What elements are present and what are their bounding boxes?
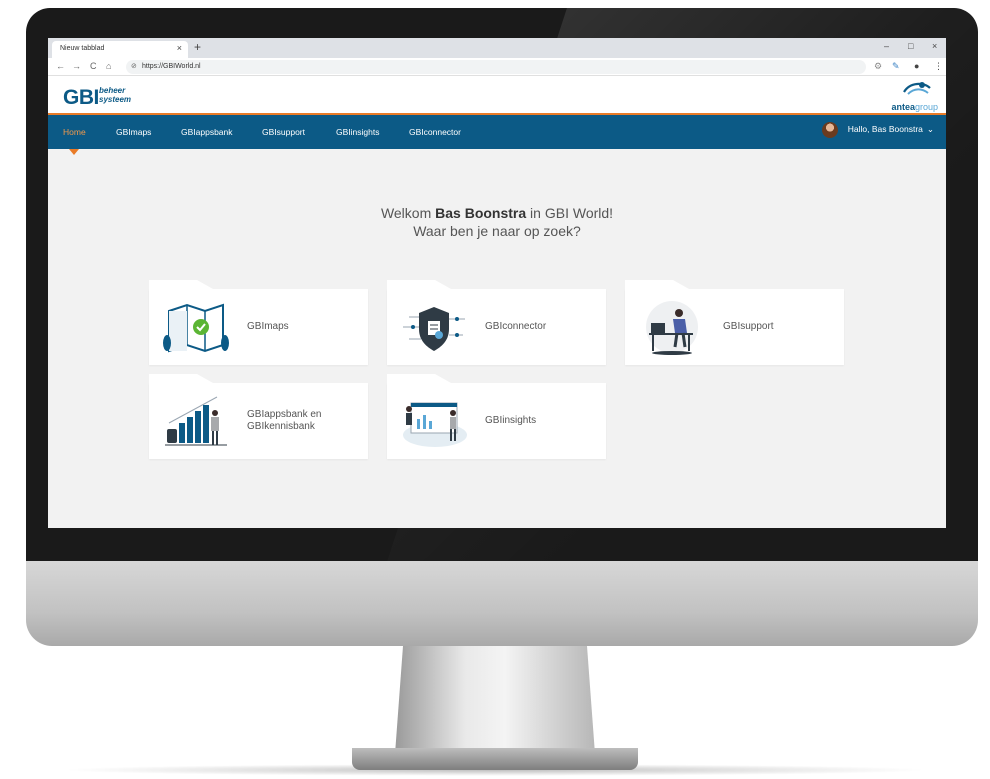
antea-word-b: group — [914, 102, 938, 112]
bar-growth-icon — [165, 396, 227, 446]
restore-button[interactable]: □ — [908, 41, 913, 51]
nav-item-home[interactable]: Home — [63, 127, 86, 137]
card-label: GBIconnector — [485, 321, 547, 332]
welcome-post: in GBI World! — [526, 205, 614, 221]
card-gbiconnector[interactable]: GBIconnector — [387, 280, 606, 365]
browser-tab-strip: Nieuw tabblad × + – □ × — [48, 38, 946, 58]
antea-word-a: antea — [891, 102, 915, 112]
profile-icon[interactable]: ● — [914, 61, 919, 71]
tab-close-icon[interactable]: × — [177, 43, 182, 53]
support-desk-icon — [646, 301, 698, 355]
pen-extension-icon[interactable]: ✎ — [892, 61, 900, 72]
insights-board-icon — [403, 402, 467, 447]
anteagroup-logo: anteagroup — [878, 80, 938, 112]
nav-item-gbiconnector[interactable]: GBIconnector — [409, 127, 461, 137]
home-icon[interactable]: ⌂ — [106, 61, 111, 71]
monitor-stand-neck — [395, 646, 595, 754]
browser-screen: Nieuw tabblad × + – □ × ← → C ⌂ ⊘ https:… — [48, 38, 946, 528]
secure-icon: ⊘ — [131, 63, 137, 70]
menu-kebab-icon[interactable]: ⋮ — [934, 61, 943, 72]
antea-wordmark: anteagroup — [891, 102, 938, 112]
user-menu[interactable]: Hallo, Bas Boonstra ⌄ — [821, 122, 934, 140]
card-gbiinsights[interactable]: GBIinsights — [387, 374, 606, 459]
chevron-down-icon: ⌄ — [926, 124, 934, 134]
close-window-button[interactable]: × — [932, 41, 937, 51]
reload-icon[interactable]: C — [90, 61, 97, 71]
browser-tab[interactable]: Nieuw tabblad × — [52, 41, 188, 58]
forward-icon[interactable]: → — [72, 61, 81, 71]
welcome-pre: Welkom — [380, 205, 436, 221]
welcome-user-name: Bas Boonstra — [435, 205, 527, 221]
card-gbisupport[interactable]: GBIsupport — [625, 280, 844, 365]
card-tab — [149, 280, 213, 289]
nav-item-gbiinsights[interactable]: GBIinsights — [336, 127, 379, 137]
shield-connector-icon — [403, 307, 465, 351]
user-greeting: Hallo, Bas Boonstra — [847, 124, 923, 134]
monitor-mockup: Nieuw tabblad × + – □ × ← → C ⌂ ⊘ https:… — [0, 0, 990, 779]
nav-item-gbimaps[interactable]: GBImaps — [116, 127, 151, 137]
card-label-line2: GBIkennisbank — [247, 421, 315, 432]
antea-swirl-icon — [903, 82, 931, 95]
logo-sub-line1: beheer — [99, 86, 126, 95]
card-label-line1: GBIappsbank en — [247, 409, 322, 420]
card-tab — [625, 280, 689, 289]
url-input[interactable]: ⊘ https://GBIWorld.nl — [126, 60, 866, 74]
url-text: https://GBIWorld.nl — [142, 63, 201, 70]
minimize-button[interactable]: – — [884, 41, 889, 51]
card-label: GBIinsights — [485, 415, 537, 426]
welcome-line1: Welkom Bas Boonstra in GBI World! — [48, 204, 946, 222]
logo-sub: beheer systeem — [99, 86, 131, 104]
card-tab — [387, 374, 451, 383]
monitor-chin — [26, 561, 978, 646]
card-label: GBImaps — [247, 321, 289, 332]
avatar — [821, 122, 838, 138]
logo-main: GBI — [63, 86, 99, 109]
main-nav: Home GBImaps GBIappsbank GBIsupport GBIi… — [48, 115, 946, 149]
tab-title: Nieuw tabblad — [60, 45, 105, 52]
card-label: GBIappsbank en GBIkennisbank — [247, 409, 322, 433]
back-icon[interactable]: ← — [56, 61, 65, 71]
logo-sub-line2: systeem — [99, 95, 132, 104]
new-tab-button[interactable]: + — [194, 40, 201, 54]
card-gbiappsbank[interactable]: GBIappsbank en GBIkennisbank — [149, 374, 368, 459]
app-header — [48, 76, 946, 115]
browser-address-bar: ← → C ⌂ ⊘ https://GBIWorld.nl ⚙ ✎ ● ⋮ — [48, 58, 946, 76]
card-label: GBIsupport — [723, 321, 774, 332]
welcome-line2: Waar ben je naar op zoek? — [413, 223, 581, 239]
card-tab — [149, 374, 213, 383]
extension-icon[interactable]: ⚙ — [874, 61, 882, 72]
nav-item-gbiappsbank[interactable]: GBIappsbank — [181, 127, 233, 137]
monitor-stand-foot — [352, 748, 638, 770]
card-gbimaps[interactable]: GBImaps — [149, 280, 368, 365]
card-tab — [387, 280, 451, 289]
welcome-message: Welkom Bas Boonstra in GBI World! Waar b… — [48, 204, 946, 240]
active-nav-indicator — [69, 149, 79, 155]
map-check-icon — [163, 303, 229, 353]
nav-item-gbisupport[interactable]: GBIsupport — [262, 127, 305, 137]
